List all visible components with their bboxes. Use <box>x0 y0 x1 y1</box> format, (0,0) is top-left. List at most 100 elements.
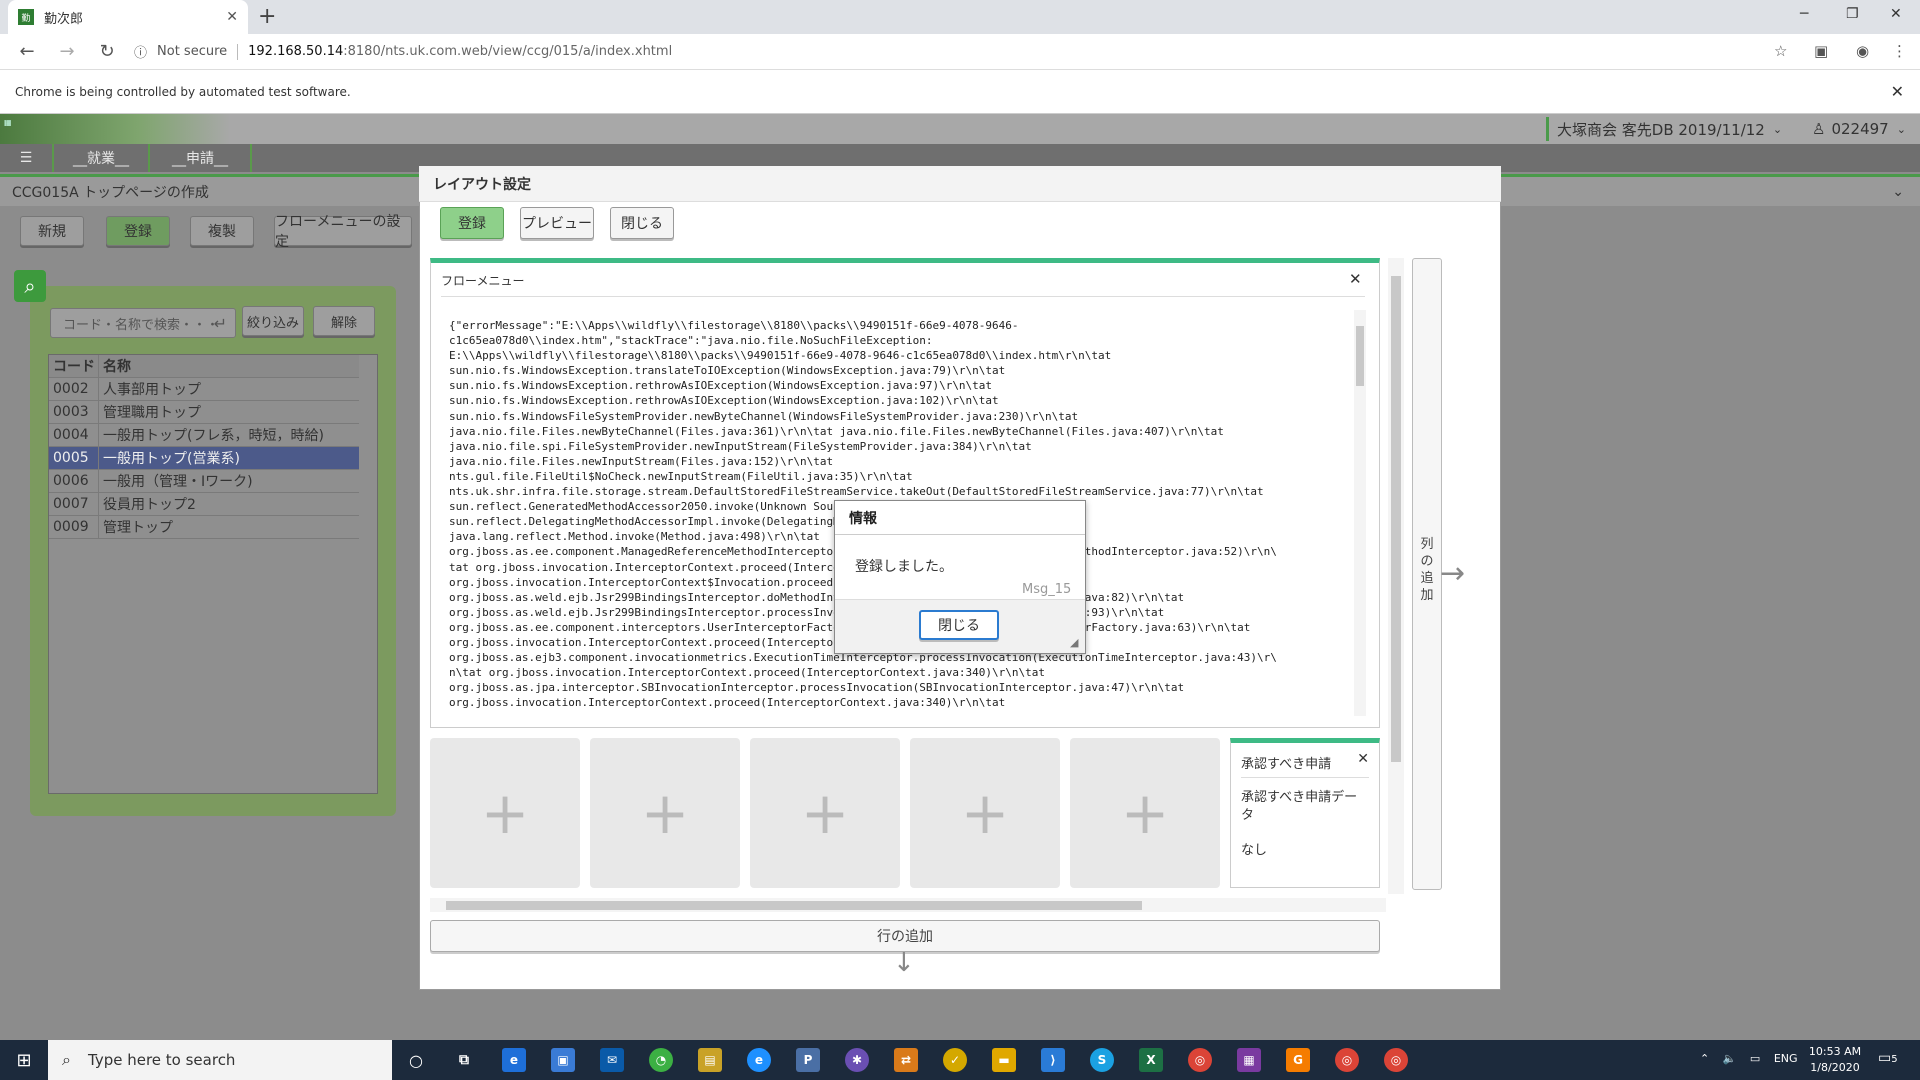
enter-icon[interactable]: ↵ <box>214 314 227 333</box>
list-item[interactable]: 0003 管理職用トップ <box>49 401 359 424</box>
search-icon[interactable]: ⌕ <box>14 270 46 302</box>
forward-icon[interactable]: → <box>54 41 80 62</box>
hamburger-icon[interactable]: ☰ <box>0 144 54 172</box>
chrome-icon[interactable]: ◎ <box>1384 1048 1408 1072</box>
list-item[interactable]: 0006 一般用（管理・Iワーク) <box>49 470 359 493</box>
chevron-down-icon: ⌄ <box>1772 122 1783 136</box>
menu-item-work[interactable]: __就業__ <box>54 144 150 172</box>
resize-handle-icon[interactable]: ◢ <box>1070 636 1078 649</box>
reload-icon[interactable]: ↻ <box>94 41 120 62</box>
app-icon[interactable]: ▤ <box>698 1048 722 1072</box>
chrome-icon[interactable]: ◎ <box>1335 1048 1359 1072</box>
copy-button[interactable]: 複製 <box>190 216 254 246</box>
chevron-down-icon[interactable]: ⌄ <box>1892 184 1904 200</box>
profile-icon[interactable]: ◉ <box>1856 42 1869 60</box>
list-item[interactable]: 0009 管理トップ <box>49 516 359 539</box>
notification-icon[interactable]: ▭5 <box>1878 1050 1898 1066</box>
skype-icon[interactable]: S <box>1090 1048 1114 1072</box>
app-icon[interactable]: ✱ <box>845 1048 869 1072</box>
error-line: java.nio.file.Files.newByteChannel(Files… <box>449 424 1224 438</box>
store-icon[interactable]: ▣ <box>551 1048 575 1072</box>
window-close-icon[interactable]: ✕ <box>1890 6 1902 22</box>
mail-icon[interactable]: ✉ <box>600 1048 624 1072</box>
flow-menu-settings-button[interactable]: フローメニューの設定 <box>274 214 412 250</box>
language-indicator[interactable]: ENG <box>1774 1052 1798 1065</box>
dialog-close-button[interactable]: 閉じる <box>919 610 999 640</box>
widget-divider <box>1241 777 1369 778</box>
menu-item-application[interactable]: __申請__ <box>150 144 252 172</box>
infobar-close-icon[interactable]: ✕ <box>1891 82 1904 101</box>
widget-close-icon[interactable]: ✕ <box>1357 751 1369 767</box>
search-input[interactable]: コード・名称で検索・・・ ↵ <box>50 308 236 338</box>
windows-start-icon[interactable]: ⊞ <box>0 1040 48 1080</box>
chrome-icon[interactable]: ◎ <box>1188 1048 1212 1072</box>
file-explorer-icon[interactable]: ▬ <box>992 1048 1016 1072</box>
taskbar-search-placeholder: Type here to search <box>88 1051 236 1069</box>
error-line: org.jboss.as.jpa.interceptor.SBInvocatio… <box>449 681 1185 695</box>
list-item-name: 役員用トップ2 <box>103 497 196 513</box>
add-widget-slot[interactable]: + <box>750 738 900 888</box>
app-logo: ▦ <box>0 114 230 144</box>
info-icon[interactable]: ⓘ <box>134 42 147 61</box>
minimize-icon[interactable]: ─ <box>1800 6 1808 22</box>
excel-icon[interactable]: X <box>1139 1048 1163 1072</box>
modal-close-button[interactable]: 閉じる <box>610 207 674 239</box>
error-line: java.nio.file.spi.FileSystemProvider.new… <box>449 439 1032 453</box>
postgres-icon[interactable]: P <box>796 1048 820 1072</box>
taskbar-search-input[interactable]: ⌕ Type here to search <box>48 1040 392 1080</box>
app-icon[interactable]: ⇄ <box>894 1048 918 1072</box>
clear-button[interactable]: 解除 <box>313 306 375 336</box>
extension-icon[interactable]: ▣ <box>1814 42 1828 60</box>
browser-tab[interactable]: 勤 勤次郎 ✕ <box>8 0 248 34</box>
new-button[interactable]: 新規 <box>20 216 84 246</box>
volume-icon[interactable]: 🔈 <box>1723 1052 1737 1065</box>
restore-icon[interactable]: ❐ <box>1846 6 1859 22</box>
add-widget-slot[interactable]: + <box>1070 738 1220 888</box>
list-item-selected[interactable]: 0005 一般用トップ(営業系) <box>49 447 359 470</box>
add-widget-slot[interactable]: + <box>430 738 580 888</box>
list-item[interactable]: 0004 一般用トップ(フレ系，時短，時給) <box>49 424 359 447</box>
back-icon[interactable]: ← <box>14 41 40 62</box>
task-view-icon[interactable]: ⧉ <box>452 1048 476 1072</box>
widget-close-icon[interactable]: ✕ <box>1349 270 1362 288</box>
app-icon[interactable]: ▦ <box>1237 1048 1261 1072</box>
error-line: n\tat org.jboss.invocation.InterceptorCo… <box>449 666 1046 680</box>
layout-vertical-scrollbar-thumb[interactable] <box>1391 276 1401 762</box>
chrome-menu-icon[interactable]: ⋮ <box>1892 42 1907 60</box>
clock-time: 10:53 AM <box>1808 1045 1862 1058</box>
network-icon[interactable]: ▭ <box>1750 1052 1760 1065</box>
error-scrollbar-thumb[interactable] <box>1356 326 1364 386</box>
url-path: :8180/nts.uk.com.web/view/ccg/015/a/inde… <box>343 44 673 59</box>
list-item-name: 一般用（管理・Iワーク) <box>103 474 253 490</box>
modal-register-button[interactable]: 登録 <box>440 207 504 239</box>
url-field[interactable]: ⓘ Not secure 192.168.50.14 :8180/nts.uk.… <box>134 38 672 66</box>
bookmark-star-icon[interactable]: ☆ <box>1774 42 1787 60</box>
error-line: java.nio.file.Files.newInputStream(Files… <box>449 454 834 468</box>
norton-icon[interactable]: ✓ <box>943 1048 967 1072</box>
taskbar-clock[interactable]: 10:53 AM 1/8/2020 <box>1800 1044 1870 1076</box>
add-widget-slot[interactable]: + <box>910 738 1060 888</box>
tab-close-icon[interactable]: ✕ <box>226 9 238 25</box>
list-header: コード 名称 <box>49 355 359 378</box>
flow-menu-title: フローメニュー <box>441 274 525 288</box>
company-selector[interactable]: 大塚商会 客先DB 2019/11/12 ⌄ <box>1546 117 1782 141</box>
tab-strip <box>0 0 1920 34</box>
user-menu[interactable]: ♙ 022497 ⌄ <box>1812 117 1906 141</box>
add-widget-slot[interactable]: + <box>590 738 740 888</box>
edge-icon[interactable]: e <box>502 1048 526 1072</box>
cortana-icon[interactable]: ○ <box>404 1048 428 1072</box>
app-icon[interactable]: ◔ <box>649 1048 673 1072</box>
preview-button[interactable]: プレビュー <box>520 207 594 239</box>
list-item[interactable]: 0007 役員用トップ2 <box>49 493 359 516</box>
ie-icon[interactable]: e <box>747 1048 771 1072</box>
list-item[interactable]: 0002 人事部用トップ <box>49 378 359 401</box>
system-tray[interactable]: ⌃ 🔈 ▭ ENG <box>1700 1052 1798 1065</box>
column-header-name: 名称 <box>103 359 131 375</box>
app-icon[interactable]: G <box>1286 1048 1310 1072</box>
chevron-up-icon[interactable]: ⌃ <box>1700 1052 1709 1065</box>
layout-horizontal-scrollbar-thumb[interactable] <box>446 901 1142 910</box>
register-button[interactable]: 登録 <box>106 216 170 246</box>
filter-button[interactable]: 絞り込み <box>242 306 304 336</box>
vscode-icon[interactable]: ⟩ <box>1041 1048 1065 1072</box>
new-tab-button[interactable]: + <box>258 4 276 29</box>
